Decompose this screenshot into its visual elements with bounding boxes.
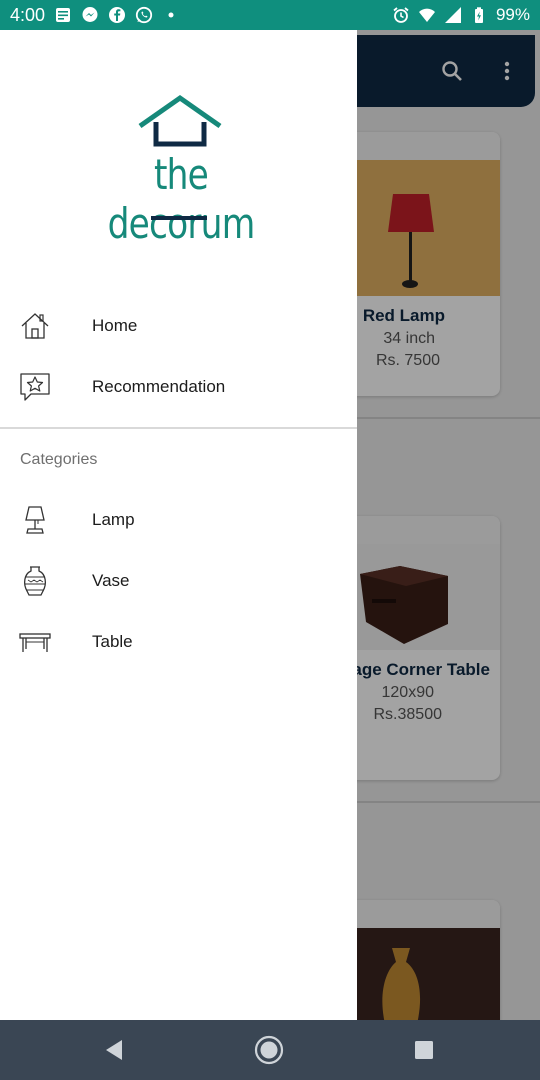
logo-text: the decorum bbox=[107, 150, 256, 248]
wifi-icon bbox=[418, 6, 436, 24]
status-time: 4:00 bbox=[10, 4, 46, 25]
categories-heading: Categories bbox=[20, 451, 98, 468]
drawer-item-table[interactable]: Table bbox=[0, 616, 357, 668]
messenger-icon bbox=[81, 6, 99, 24]
drawer-divider bbox=[0, 427, 357, 429]
drawer-item-vase[interactable]: Vase bbox=[0, 555, 357, 607]
dot-icon bbox=[162, 6, 180, 24]
status-bar: 4:00 99% bbox=[0, 0, 540, 30]
drawer-item-label: Home bbox=[92, 316, 138, 335]
drawer-item-lamp[interactable]: Lamp bbox=[0, 494, 357, 546]
table-icon bbox=[18, 625, 52, 659]
brand-logo: the decorum bbox=[70, 92, 290, 248]
back-button[interactable] bbox=[98, 1034, 130, 1066]
logo-underline bbox=[151, 216, 207, 220]
star-chat-icon bbox=[18, 370, 52, 404]
battery-percent: 99% bbox=[495, 5, 530, 24]
lamp-icon bbox=[18, 503, 52, 537]
signal-icon bbox=[444, 6, 462, 24]
alarm-icon bbox=[392, 6, 410, 24]
news-icon bbox=[54, 6, 72, 24]
system-nav-bar bbox=[0, 1020, 540, 1080]
home-button[interactable] bbox=[253, 1034, 285, 1066]
battery-icon bbox=[470, 6, 488, 24]
vase-icon bbox=[18, 564, 52, 598]
drawer-item-home[interactable]: Home bbox=[0, 300, 357, 352]
home-icon bbox=[18, 309, 52, 343]
whatsapp-icon bbox=[135, 6, 153, 24]
drawer-item-recommendation[interactable]: Recommendation bbox=[0, 361, 357, 413]
recents-button[interactable] bbox=[408, 1034, 440, 1066]
drawer-item-label: Lamp bbox=[92, 510, 135, 529]
drawer-item-label: Table bbox=[92, 632, 133, 651]
navigation-drawer: the decorum Home Recommendation Categori… bbox=[0, 30, 357, 1020]
facebook-icon bbox=[108, 6, 126, 24]
drawer-item-label: Vase bbox=[92, 571, 130, 590]
drawer-item-label: Recommendation bbox=[92, 377, 226, 396]
